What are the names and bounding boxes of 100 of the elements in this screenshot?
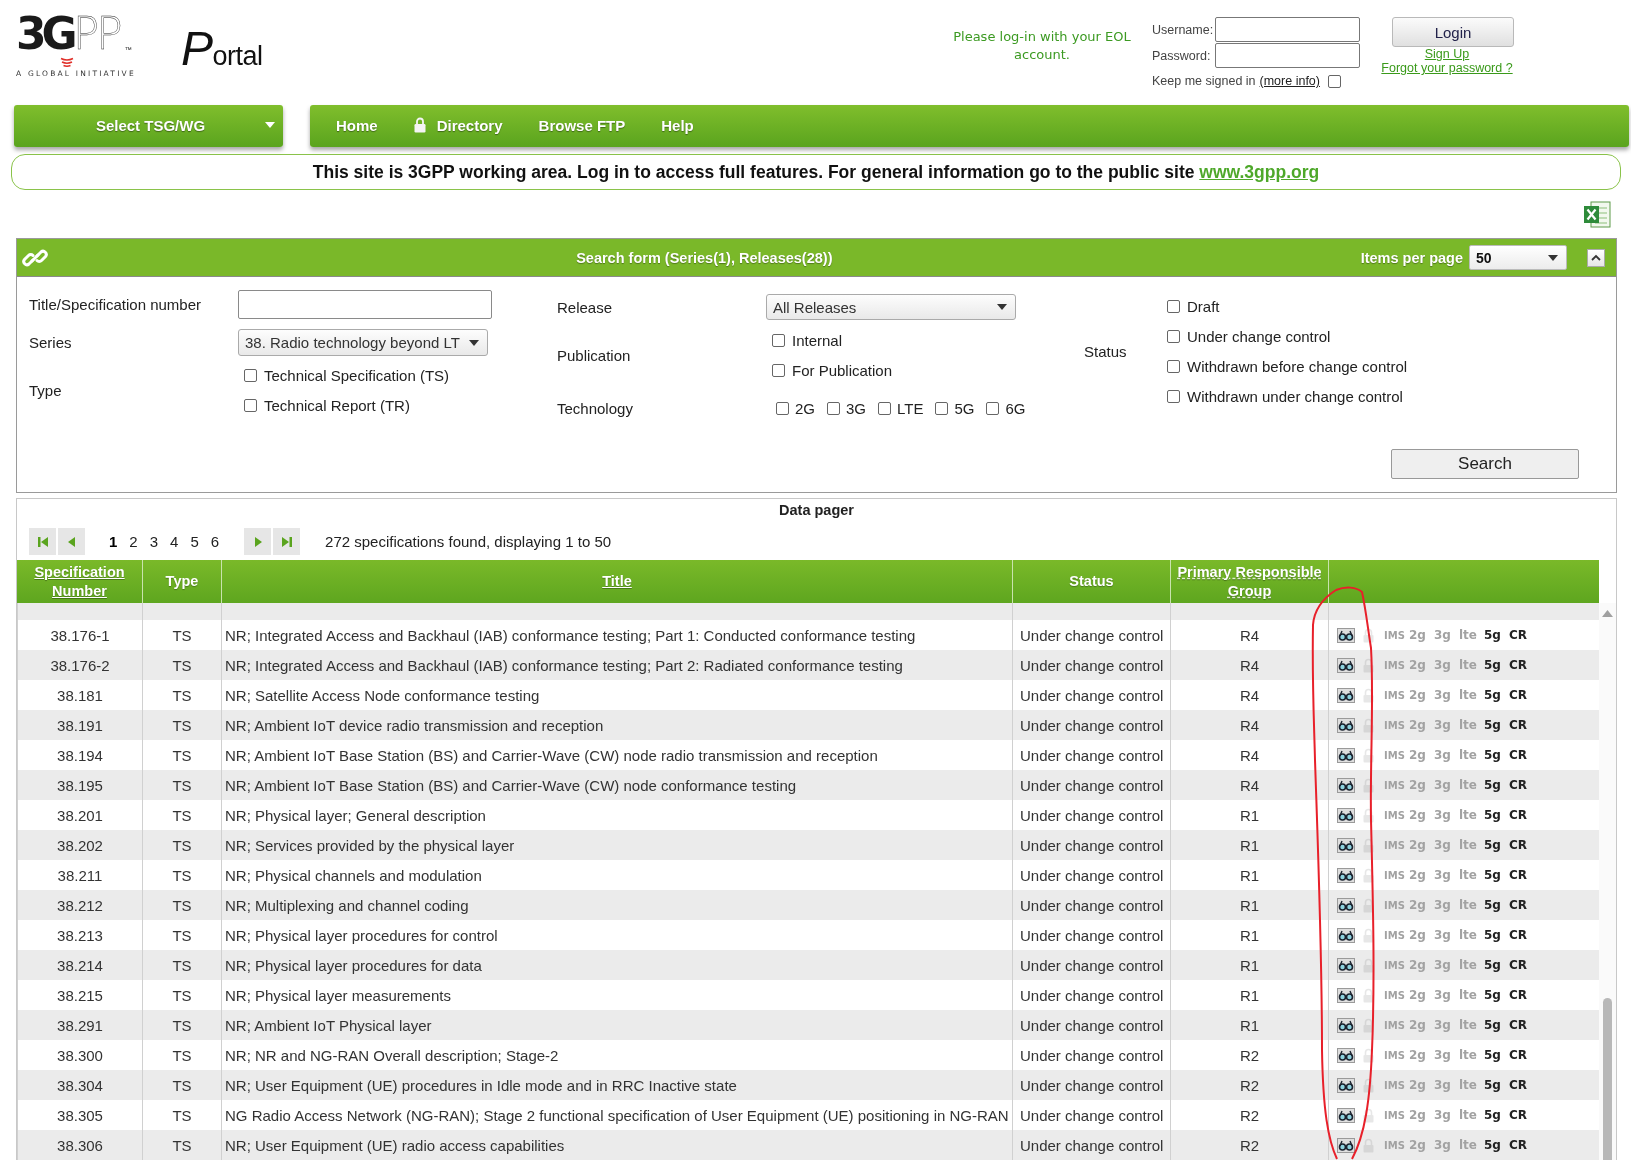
checkbox-label[interactable]: Withdrawn under change control xyxy=(1187,387,1403,405)
checkbox-label[interactable]: Internal xyxy=(792,331,843,349)
checkbox[interactable] xyxy=(244,368,257,382)
cr-link[interactable]: CR xyxy=(1509,808,1528,822)
lock-icon[interactable] xyxy=(1363,657,1374,673)
glasses-icon[interactable] xyxy=(1337,987,1355,1003)
lock-icon[interactable] xyxy=(1363,957,1374,973)
login-button[interactable]: Login xyxy=(1392,17,1514,47)
lock-icon[interactable] xyxy=(1363,987,1374,1003)
checkbox[interactable] xyxy=(878,401,892,415)
glasses-icon[interactable] xyxy=(1337,867,1355,883)
lock-icon[interactable] xyxy=(1363,1107,1374,1123)
scrollbar-thumb[interactable] xyxy=(1603,998,1612,1160)
checkbox[interactable] xyxy=(776,401,789,415)
checkbox-label[interactable]: Draft xyxy=(1187,297,1220,315)
checkbox-label[interactable]: 6G xyxy=(1005,399,1026,417)
cr-link[interactable]: CR xyxy=(1509,688,1528,702)
glasses-icon[interactable] xyxy=(1337,1017,1355,1033)
checkbox[interactable] xyxy=(1167,389,1180,403)
lock-icon[interactable] xyxy=(1363,747,1374,763)
items-per-page-select[interactable]: 50 xyxy=(1469,245,1567,270)
cr-link[interactable]: CR xyxy=(1509,1138,1528,1152)
lock-icon[interactable] xyxy=(1363,927,1374,943)
glasses-icon[interactable] xyxy=(1337,1047,1355,1063)
checkbox[interactable] xyxy=(1167,299,1180,313)
cr-link[interactable]: CR xyxy=(1509,1078,1528,1092)
glasses-icon[interactable] xyxy=(1337,1077,1355,1093)
checkbox[interactable] xyxy=(1167,329,1180,343)
checkbox-label[interactable]: 5G xyxy=(954,399,975,417)
cr-link[interactable]: CR xyxy=(1509,1108,1528,1122)
collapse-button[interactable] xyxy=(1587,248,1605,267)
lock-icon[interactable] xyxy=(1363,837,1374,853)
series-select[interactable]: 38. Radio technology beyond LT xyxy=(238,329,488,356)
cr-link[interactable]: CR xyxy=(1509,778,1528,792)
lock-icon[interactable] xyxy=(1363,867,1374,883)
checkbox[interactable] xyxy=(772,363,785,377)
cr-link[interactable]: CR xyxy=(1509,838,1528,852)
checkbox-label[interactable]: Under change control xyxy=(1187,327,1331,345)
glasses-icon[interactable] xyxy=(1337,777,1355,793)
cr-link[interactable]: CR xyxy=(1509,988,1528,1002)
checkbox-label[interactable]: Technical Report (TR) xyxy=(264,396,410,414)
checkbox-label[interactable]: 3G xyxy=(846,399,867,417)
lock-icon[interactable] xyxy=(1363,627,1374,643)
glasses-icon[interactable] xyxy=(1337,627,1355,643)
glasses-icon[interactable] xyxy=(1337,927,1355,943)
glasses-icon[interactable] xyxy=(1337,657,1355,673)
lock-icon[interactable] xyxy=(1363,1017,1374,1033)
checkbox[interactable] xyxy=(1328,74,1341,88)
spreadsheet-icon[interactable] xyxy=(1583,200,1611,229)
glasses-icon[interactable] xyxy=(1337,807,1355,823)
checkbox[interactable] xyxy=(827,401,840,415)
cr-link[interactable]: CR xyxy=(1509,1048,1528,1062)
sign-up-link[interactable]: Sign Up xyxy=(1424,47,1470,61)
page-link[interactable]: 4 xyxy=(164,533,185,550)
page-link[interactable]: 6 xyxy=(204,533,226,550)
forgot-password-link[interactable]: Forgot your password ? xyxy=(1381,61,1513,75)
page-link[interactable]: 3 xyxy=(143,533,165,550)
chevron-up-icon[interactable] xyxy=(1591,254,1601,261)
lock-icon[interactable] xyxy=(1363,897,1374,913)
page-link[interactable]: 5 xyxy=(184,533,205,550)
cr-link[interactable]: CR xyxy=(1509,628,1528,642)
checkbox-label[interactable]: 2G xyxy=(795,399,815,417)
glasses-icon[interactable] xyxy=(1337,837,1355,853)
glasses-icon[interactable] xyxy=(1337,897,1355,913)
more-info-link[interactable]: (more info) xyxy=(1259,74,1320,88)
checkbox-label[interactable]: For Publication xyxy=(792,361,893,379)
page-link[interactable]: 1 xyxy=(103,533,124,550)
password-field[interactable] xyxy=(1215,43,1360,68)
glasses-icon[interactable] xyxy=(1337,687,1355,703)
glasses-icon[interactable] xyxy=(1337,747,1355,763)
checkbox-label[interactable]: LTE xyxy=(897,399,924,417)
checkbox-label[interactable]: Withdrawn before change control xyxy=(1187,357,1408,375)
release-select[interactable]: All Releases xyxy=(766,294,1016,320)
glasses-icon[interactable] xyxy=(1337,957,1355,973)
lock-icon[interactable] xyxy=(1363,1077,1374,1093)
cr-link[interactable]: CR xyxy=(1509,718,1528,732)
cr-link[interactable]: CR xyxy=(1509,958,1528,972)
next-page-button[interactable] xyxy=(244,528,272,555)
lock-icon[interactable] xyxy=(1363,687,1374,703)
cr-link[interactable]: CR xyxy=(1509,868,1528,882)
cr-link[interactable]: CR xyxy=(1509,898,1528,912)
glasses-icon[interactable] xyxy=(1337,717,1355,733)
cr-link[interactable]: CR xyxy=(1509,928,1528,942)
checkbox[interactable] xyxy=(772,333,785,347)
username-field[interactable] xyxy=(1215,17,1360,42)
page-link[interactable]: 2 xyxy=(123,533,144,550)
checkbox[interactable] xyxy=(244,398,257,412)
last-page-button[interactable] xyxy=(273,528,301,555)
lock-icon[interactable] xyxy=(1363,807,1374,823)
cr-link[interactable]: CR xyxy=(1509,748,1528,762)
cr-link[interactable]: CR xyxy=(1509,658,1528,672)
scrollbar-track[interactable] xyxy=(1599,603,1616,1160)
text-field[interactable] xyxy=(238,290,492,319)
glasses-icon[interactable] xyxy=(1337,1107,1355,1123)
glasses-icon[interactable] xyxy=(1337,1137,1355,1153)
lock-icon[interactable] xyxy=(1363,717,1374,733)
lock-icon[interactable] xyxy=(1363,1047,1374,1063)
checkbox[interactable] xyxy=(1167,359,1180,373)
checkbox-label[interactable]: Technical Specification (TS) xyxy=(264,366,450,384)
cr-link[interactable]: CR xyxy=(1509,1018,1528,1032)
